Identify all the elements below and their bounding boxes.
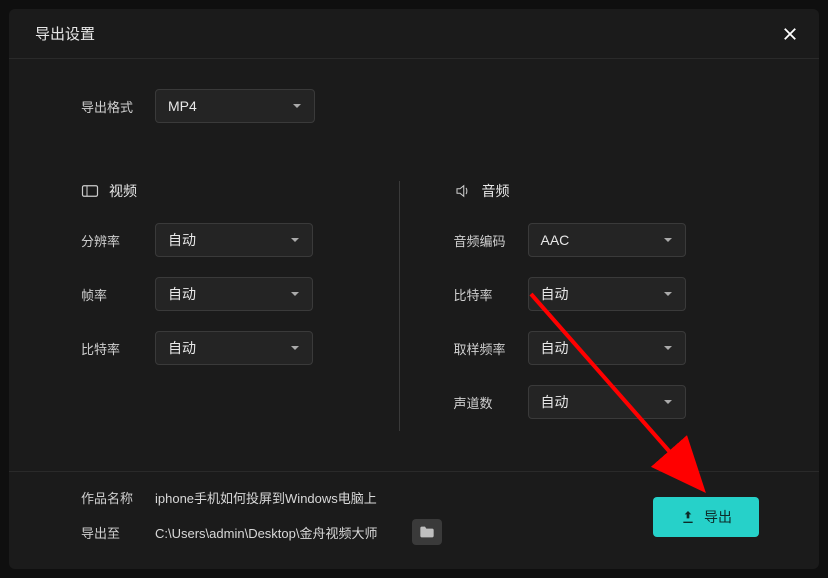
title-bar: 导出设置 xyxy=(9,9,819,59)
sample-rate-row: 取样频率 自动 xyxy=(454,331,754,365)
audio-codec-select[interactable]: AAC xyxy=(528,223,686,257)
folder-icon xyxy=(419,525,435,539)
output-path-row: 导出至 C:\Users\admin\Desktop\金舟视频大师 xyxy=(81,519,653,545)
project-name-value: iphone手机如何投屏到Windows电脑上 xyxy=(155,488,377,507)
output-path-value: C:\Users\admin\Desktop\金舟视频大师 xyxy=(155,523,378,542)
chevron-down-icon xyxy=(290,235,300,245)
fps-row: 帧率 自动 xyxy=(81,277,381,311)
footer-meta: 作品名称 iphone手机如何投屏到Windows电脑上 导出至 C:\User… xyxy=(81,488,653,545)
chevron-down-icon xyxy=(663,289,673,299)
close-icon xyxy=(781,25,799,43)
format-value: MP4 xyxy=(168,98,197,114)
dialog-body: 导出格式 MP4 视频 分辨率 自动 xyxy=(9,59,819,471)
channels-select[interactable]: 自动 xyxy=(528,385,686,419)
video-heading: 视频 xyxy=(81,181,381,201)
audio-bitrate-row: 比特率 自动 xyxy=(454,277,754,311)
fps-select[interactable]: 自动 xyxy=(155,277,313,311)
chevron-down-icon xyxy=(663,343,673,353)
resolution-row: 分辨率 自动 xyxy=(81,223,381,257)
format-select[interactable]: MP4 xyxy=(155,89,315,123)
format-row: 导出格式 MP4 xyxy=(81,89,753,123)
video-icon xyxy=(81,182,99,200)
export-button[interactable]: 导出 xyxy=(653,497,759,537)
video-column: 视频 分辨率 自动 帧率 自动 比特率 xyxy=(81,181,399,439)
video-bitrate-row: 比特率 自动 xyxy=(81,331,381,365)
chevron-down-icon xyxy=(290,289,300,299)
chevron-down-icon xyxy=(663,235,673,245)
chevron-down-icon xyxy=(290,343,300,353)
audio-bitrate-select[interactable]: 自动 xyxy=(528,277,686,311)
video-bitrate-select[interactable]: 自动 xyxy=(155,331,313,365)
audio-codec-row: 音频编码 AAC xyxy=(454,223,754,257)
chevron-down-icon xyxy=(663,397,673,407)
resolution-select[interactable]: 自动 xyxy=(155,223,313,257)
sample-rate-select[interactable]: 自动 xyxy=(528,331,686,365)
project-name-row: 作品名称 iphone手机如何投屏到Windows电脑上 xyxy=(81,488,653,507)
audio-column: 音频 音频编码 AAC 比特率 自动 取样频 xyxy=(400,181,754,439)
close-button[interactable] xyxy=(781,25,799,43)
chevron-down-icon xyxy=(292,101,302,111)
format-label: 导出格式 xyxy=(81,97,155,116)
audio-heading: 音频 xyxy=(454,181,754,201)
browse-folder-button[interactable] xyxy=(412,519,442,545)
channels-row: 声道数 自动 xyxy=(454,385,754,419)
settings-columns: 视频 分辨率 自动 帧率 自动 比特率 xyxy=(81,181,753,439)
dialog-title: 导出设置 xyxy=(35,23,95,44)
upload-icon xyxy=(680,509,696,525)
dialog-footer: 作品名称 iphone手机如何投屏到Windows电脑上 导出至 C:\User… xyxy=(9,471,819,569)
speaker-icon xyxy=(454,182,472,200)
export-settings-dialog: 导出设置 导出格式 MP4 视频 分辨率 自动 xyxy=(9,9,819,569)
